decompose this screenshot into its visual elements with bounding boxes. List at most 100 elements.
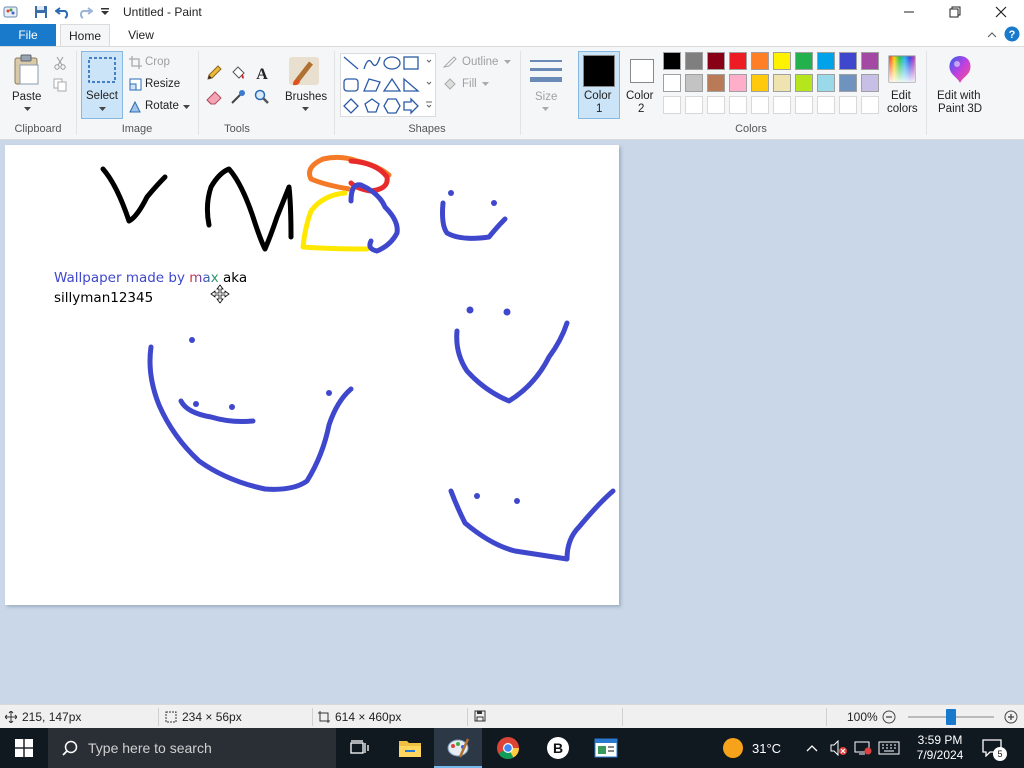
taskbar-search[interactable]: Type here to search xyxy=(48,728,336,768)
task-view-button[interactable] xyxy=(336,728,384,768)
show-hidden-icons[interactable] xyxy=(806,728,818,768)
palette-swatch[interactable] xyxy=(663,52,681,70)
paste-dropdown-icon[interactable] xyxy=(22,105,32,113)
collapse-ribbon-icon[interactable] xyxy=(984,27,1000,43)
rotate-label[interactable]: Rotate xyxy=(145,100,179,112)
palette-swatch[interactable] xyxy=(861,74,879,92)
resize-icon[interactable] xyxy=(128,77,142,91)
palette-swatch[interactable] xyxy=(773,52,791,70)
palette-swatch[interactable] xyxy=(795,74,813,92)
crop-label[interactable]: Crop xyxy=(145,56,170,68)
palette-custom-slot[interactable] xyxy=(839,96,857,114)
rotate-dropdown-icon[interactable] xyxy=(182,104,190,110)
size-label[interactable]: Size xyxy=(535,91,557,103)
taskbar-chrome[interactable] xyxy=(484,728,532,768)
palette-swatch[interactable] xyxy=(729,52,747,70)
palette-swatch[interactable] xyxy=(861,52,879,70)
palette-swatch[interactable] xyxy=(663,74,681,92)
magnifier-icon[interactable] xyxy=(252,87,272,107)
color-picker-icon[interactable] xyxy=(228,87,248,107)
edit-colors-label-1[interactable]: Edit xyxy=(891,90,911,102)
resize-label[interactable]: Resize xyxy=(145,78,180,90)
paint3d-icon[interactable] xyxy=(944,53,976,85)
minimize-button[interactable] xyxy=(886,0,932,24)
close-button[interactable] xyxy=(978,0,1024,24)
palette-swatch[interactable] xyxy=(685,74,703,92)
taskbar-app-b[interactable]: B xyxy=(534,728,582,768)
palette-swatch[interactable] xyxy=(839,74,857,92)
undo-icon[interactable] xyxy=(54,3,72,21)
weather-widget[interactable]: 31°C xyxy=(722,728,781,768)
zoom-in-button[interactable] xyxy=(1003,709,1019,725)
tab-home[interactable]: Home xyxy=(60,24,110,47)
palette-custom-slot[interactable] xyxy=(861,96,879,114)
palette-swatch[interactable] xyxy=(685,52,703,70)
taskbar-app-window[interactable] xyxy=(582,728,630,768)
outline-label[interactable]: Outline xyxy=(462,56,498,68)
palette-custom-slot[interactable] xyxy=(817,96,835,114)
palette-swatch[interactable] xyxy=(839,52,857,70)
edit-colors-icon[interactable] xyxy=(886,53,918,85)
palette-swatch[interactable] xyxy=(817,74,835,92)
taskbar-paint[interactable] xyxy=(434,728,482,768)
palette-custom-slot[interactable] xyxy=(685,96,703,114)
save-icon[interactable] xyxy=(32,3,50,21)
palette-swatch[interactable] xyxy=(795,52,813,70)
help-icon[interactable]: ? xyxy=(1004,26,1020,42)
fill-dropdown-icon[interactable] xyxy=(481,81,489,87)
volume-button[interactable] xyxy=(830,728,848,768)
paint-app-icon[interactable] xyxy=(2,3,20,21)
eraser-icon[interactable] xyxy=(204,87,224,107)
palette-custom-slot[interactable] xyxy=(773,96,791,114)
select-dropdown-icon[interactable] xyxy=(97,105,107,113)
zoom-slider-thumb[interactable] xyxy=(946,709,956,725)
copy-icon[interactable] xyxy=(52,77,68,93)
customize-qat-icon[interactable] xyxy=(96,3,114,21)
network-button[interactable] xyxy=(854,728,872,768)
palette-swatch[interactable] xyxy=(751,74,769,92)
size-dropdown-icon[interactable] xyxy=(540,105,550,113)
palette-swatch[interactable] xyxy=(817,52,835,70)
pencil-icon[interactable] xyxy=(204,63,224,83)
palette-swatch[interactable] xyxy=(729,74,747,92)
maximize-button[interactable] xyxy=(932,0,978,24)
paint3d-label-1[interactable]: Edit with xyxy=(937,90,980,102)
edit-colors-label-2[interactable]: colors xyxy=(887,103,918,115)
brushes-icon[interactable] xyxy=(286,53,322,89)
paste-icon[interactable] xyxy=(10,53,44,87)
palette-custom-slot[interactable] xyxy=(707,96,725,114)
drawing-canvas[interactable]: Wallpaper made by max aka sillyman12345 xyxy=(5,145,619,605)
rotate-icon[interactable] xyxy=(128,99,142,113)
palette-custom-slot[interactable] xyxy=(729,96,747,114)
zoom-out-button[interactable] xyxy=(881,709,897,725)
palette-custom-slot[interactable] xyxy=(663,96,681,114)
notifications-button[interactable]: 5 xyxy=(982,728,1007,768)
clock[interactable]: 3:59 PM 7/9/2024 xyxy=(910,728,970,768)
paste-button[interactable]: Paste xyxy=(12,91,41,103)
text-icon[interactable]: A xyxy=(252,63,272,83)
taskbar-file-explorer[interactable] xyxy=(386,728,434,768)
brushes-dropdown-icon[interactable] xyxy=(300,105,310,113)
brushes-label[interactable]: Brushes xyxy=(285,91,327,103)
palette-swatch[interactable] xyxy=(707,74,725,92)
outline-icon[interactable] xyxy=(442,55,458,69)
start-button[interactable] xyxy=(0,728,48,768)
crop-icon[interactable] xyxy=(128,55,142,69)
palette-swatch[interactable] xyxy=(707,52,725,70)
fill-label[interactable]: Fill xyxy=(462,78,477,90)
fill-icon[interactable] xyxy=(442,77,458,91)
cut-icon[interactable] xyxy=(52,55,68,71)
palette-swatch[interactable] xyxy=(751,52,769,70)
shapes-gallery[interactable] xyxy=(340,53,436,117)
tab-view[interactable]: View xyxy=(118,24,164,46)
redo-icon[interactable] xyxy=(76,3,94,21)
palette-swatch[interactable] xyxy=(773,74,791,92)
palette-custom-slot[interactable] xyxy=(795,96,813,114)
keyboard-button[interactable] xyxy=(878,728,900,768)
color2-label[interactable]: Color xyxy=(626,90,653,102)
paint3d-label-2[interactable]: Paint 3D xyxy=(938,103,982,115)
file-tab[interactable]: File xyxy=(0,24,56,46)
fill-bucket-icon[interactable] xyxy=(228,63,248,83)
outline-dropdown-icon[interactable] xyxy=(503,59,511,65)
color2-swatch[interactable] xyxy=(630,59,654,83)
